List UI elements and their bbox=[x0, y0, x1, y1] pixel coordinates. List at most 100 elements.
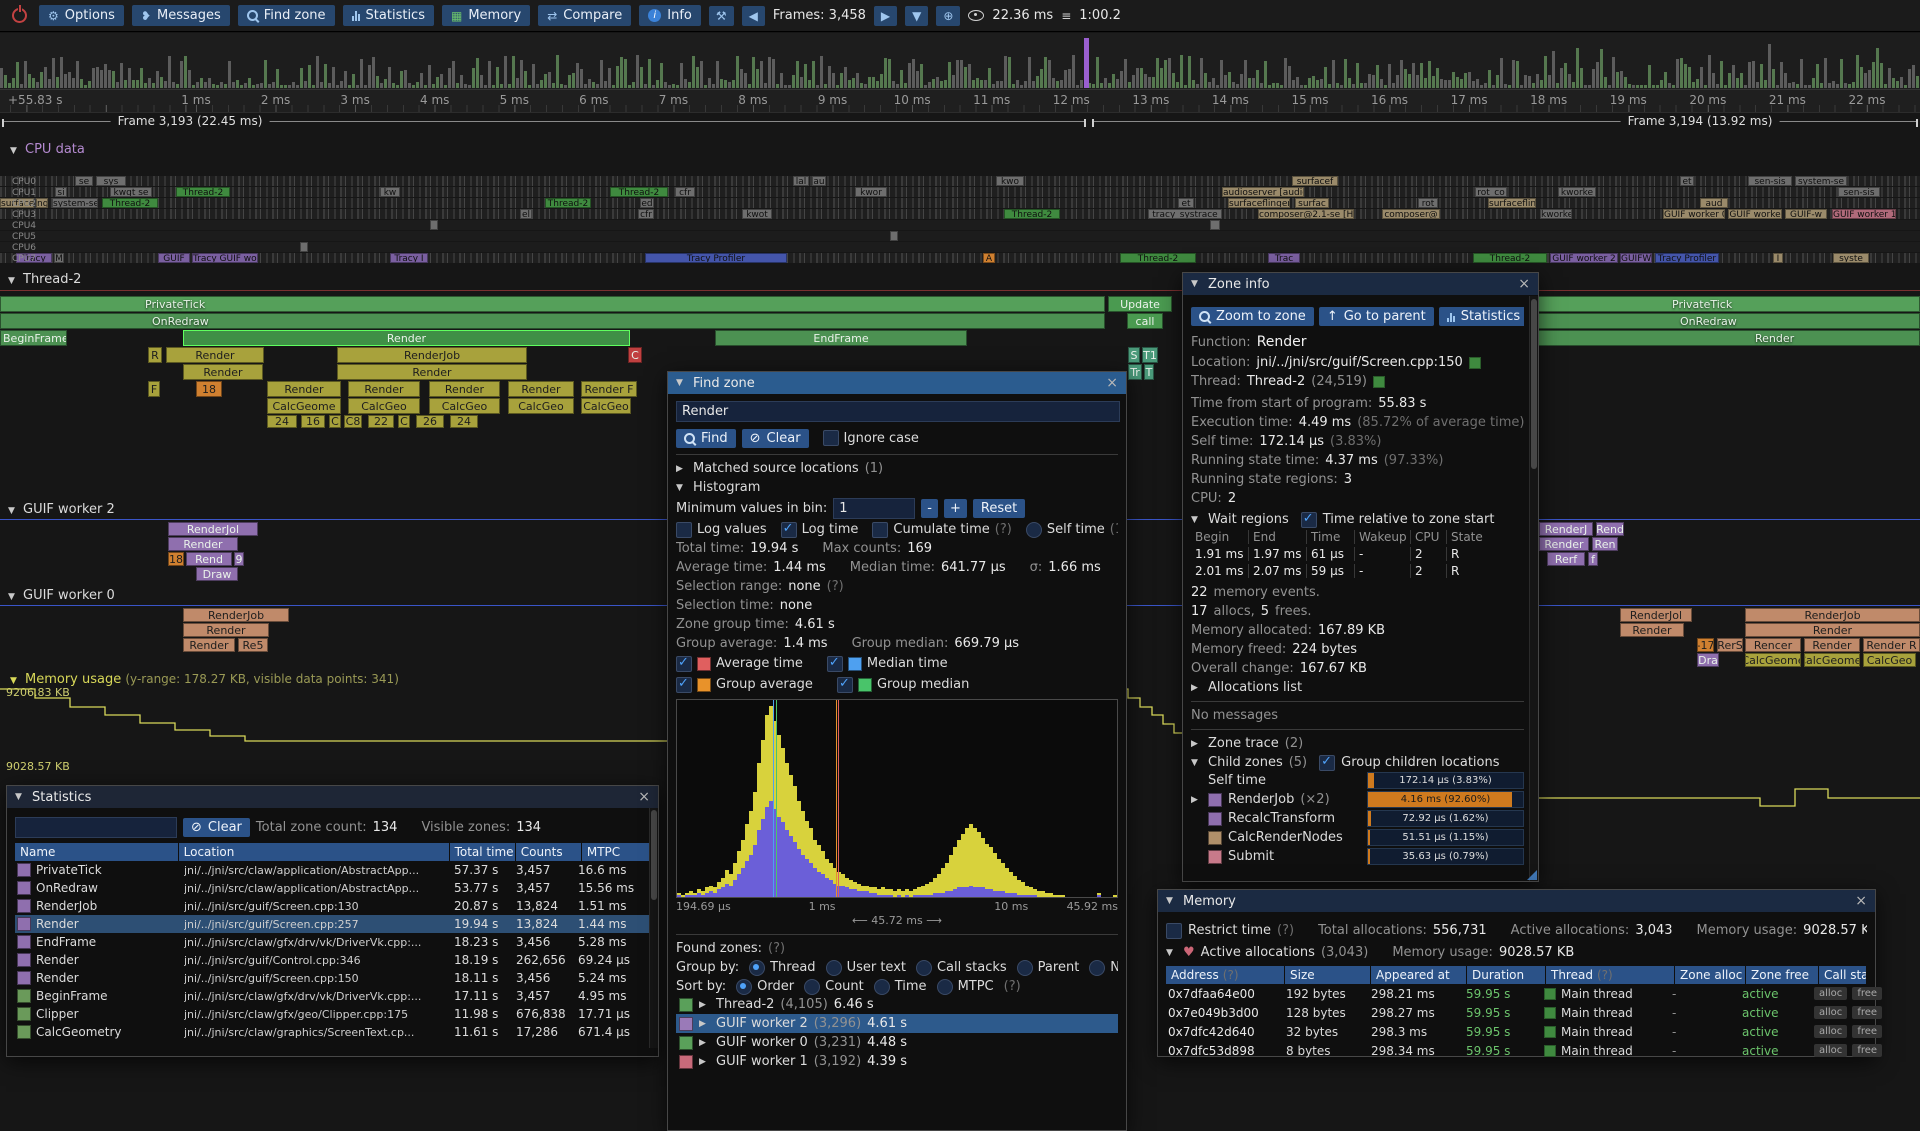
matched-locations-toggle[interactable]: ▶Matched source locations(1) bbox=[676, 460, 1118, 477]
find-button[interactable]: Find bbox=[676, 429, 736, 448]
sort-order-radio[interactable] bbox=[736, 979, 752, 995]
legend-group-average[interactable]: Group average bbox=[676, 677, 813, 693]
timeline-zone[interactable]: Ren bbox=[1592, 537, 1618, 551]
statistics-row[interactable]: CalcGeometryjni/../jni/src/claw/graphics… bbox=[15, 1023, 650, 1041]
found-zone-group-row[interactable]: ▶GUIF worker 1(3,192)4.39 s bbox=[676, 1052, 1118, 1071]
timeline-zone[interactable]: RerS bbox=[1717, 638, 1743, 652]
cpu-zone[interactable]: ed bbox=[640, 198, 654, 208]
zone-trace-toggle[interactable]: ▶Zone trace(2) bbox=[1191, 735, 1524, 752]
active-allocations-toggle[interactable]: ▼ ♥ Active allocations (3,043) Memory us… bbox=[1166, 944, 1867, 961]
free-callstack-button[interactable]: free bbox=[1852, 987, 1882, 1000]
cpu-zone[interactable]: Tracy Profiler bbox=[1655, 253, 1719, 263]
column-header-total-time[interactable]: Total time bbox=[450, 843, 515, 861]
timeline-zone[interactable]: f bbox=[1588, 552, 1598, 566]
cpu-zone[interactable]: surfacef bbox=[1292, 176, 1338, 186]
cpu-row[interactable] bbox=[0, 220, 1920, 230]
statistics-row[interactable]: EndFramejni/../jni/src/claw/gfx/drv/vk/D… bbox=[15, 933, 650, 951]
cpu-zone[interactable]: Tracy I bbox=[390, 253, 428, 263]
close-icon[interactable]: × bbox=[1855, 893, 1867, 909]
cpu-zone[interactable]: surfaceflinger bbox=[1228, 198, 1290, 208]
found-zone-group-row[interactable]: ▶GUIF worker 0(3,231)4.48 s bbox=[676, 1033, 1118, 1052]
legend-average[interactable]: Average time bbox=[676, 656, 803, 672]
cpu-zone[interactable]: Thread-2 bbox=[176, 187, 230, 197]
min-bin-input[interactable] bbox=[833, 498, 915, 519]
cpu-zone[interactable]: A bbox=[983, 253, 995, 263]
free-callstack-button[interactable]: free bbox=[1852, 1025, 1882, 1038]
timeline-zone[interactable]: RenderJol bbox=[168, 522, 258, 536]
allocation-row[interactable]: 0x7dfaa64e00192 bytes298.21 ms59.95 sMai… bbox=[1166, 984, 1867, 1003]
cpu-zone[interactable]: audioserver [audio bbox=[1222, 187, 1304, 197]
memory-titlebar[interactable]: ▼ Memory × bbox=[1158, 890, 1875, 912]
column-header-name[interactable]: Name bbox=[15, 843, 178, 861]
collapse-icon[interactable]: ▼ bbox=[15, 792, 26, 802]
cpu-zone[interactable]: si bbox=[55, 187, 67, 197]
scrollbar[interactable] bbox=[1529, 296, 1538, 881]
statistics-row[interactable]: Renderjni/../jni/src/guif/Control.cpp:34… bbox=[15, 951, 650, 969]
go-to-parent-button[interactable]: ↑Go to parent bbox=[1319, 307, 1434, 326]
group-callstacks-radio[interactable] bbox=[916, 960, 932, 976]
relative-time-checkbox[interactable] bbox=[1301, 512, 1317, 528]
cpu-zone[interactable]: Thread-2 bbox=[545, 198, 591, 208]
timeline-zone[interactable]: Re5 bbox=[238, 638, 268, 652]
allocation-row[interactable]: 0x7dfc53d8988 bytes298.34 ms59.95 sMain … bbox=[1166, 1041, 1867, 1060]
close-icon[interactable]: × bbox=[1518, 276, 1530, 292]
timeline-zone[interactable]: 9 bbox=[234, 552, 244, 566]
cpu-zone[interactable]: kwo bbox=[996, 176, 1024, 186]
log-values-checkbox[interactable] bbox=[676, 522, 692, 538]
scrollbar[interactable] bbox=[649, 808, 658, 1048]
free-callstack-button[interactable]: free bbox=[1852, 1006, 1882, 1019]
expand-icon[interactable]: ▶ bbox=[1191, 795, 1202, 805]
timeline-zone[interactable]: C bbox=[329, 415, 341, 428]
statistics-row[interactable]: BeginFramejni/../jni/src/claw/gfx/drv/vk… bbox=[15, 987, 650, 1005]
timeline-zone[interactable]: Render bbox=[348, 381, 420, 397]
timeline-zone[interactable]: Render R bbox=[1863, 638, 1920, 652]
group-children-checkbox[interactable] bbox=[1319, 755, 1335, 771]
filter-zones-input[interactable] bbox=[15, 817, 177, 838]
cpu-zone[interactable]: syste bbox=[1833, 253, 1869, 263]
cpu-zone[interactable]: Thread-2 bbox=[1120, 253, 1196, 263]
timeline-zone[interactable]: C bbox=[398, 415, 410, 428]
cpu-zone[interactable]: lal bbox=[793, 176, 809, 186]
timeline-zone[interactable]: T1 bbox=[1142, 347, 1158, 363]
timeline-zone[interactable]: Rend bbox=[186, 552, 232, 566]
timeline-zone[interactable]: EndFrame bbox=[715, 330, 967, 346]
child-zone-row[interactable]: Submit35.63 μs (0.79%) bbox=[1191, 847, 1524, 866]
cpu-zone[interactable]: el bbox=[520, 209, 532, 219]
cpu-row[interactable] bbox=[0, 242, 1920, 252]
reset-button[interactable]: Reset bbox=[973, 499, 1025, 518]
cpu-zone[interactable]: tracy_systrace bbox=[1148, 209, 1222, 219]
child-zone-row[interactable]: RecalcTransform72.92 μs (1.62%) bbox=[1191, 809, 1524, 828]
options-button[interactable]: ⚙Options bbox=[39, 5, 124, 26]
collapse-icon[interactable]: ▼ bbox=[676, 378, 687, 388]
tools-button[interactable]: ⚒ bbox=[709, 6, 734, 26]
timeline-zone[interactable]: RenderJob bbox=[183, 608, 289, 622]
cpu-zone[interactable]: surfac bbox=[1295, 198, 1329, 208]
cpu-zone[interactable]: composer@2.1-se [HW bbox=[1258, 209, 1354, 219]
timeline-zone[interactable]: Render bbox=[1539, 537, 1589, 551]
timeline-zone[interactable]: CalcGeo bbox=[429, 398, 500, 414]
statistics-row[interactable]: OnRedrawjni/../jni/src/claw/application/… bbox=[15, 879, 650, 897]
child-zones-toggle[interactable]: ▼Child zones(5)Group children locations bbox=[1191, 754, 1524, 771]
allocation-row[interactable]: 0x7e049b3d00128 bytes298.27 ms59.95 sMai… bbox=[1166, 1003, 1867, 1022]
timeline-zone[interactable]: Render bbox=[183, 623, 269, 637]
alloc-callstack-button[interactable]: alloc bbox=[1814, 1006, 1847, 1019]
cpu-zone[interactable]: kwor bbox=[855, 187, 887, 197]
zone-info-titlebar[interactable]: ▼ Zone info × bbox=[1183, 273, 1538, 295]
group-usertext-radio[interactable] bbox=[826, 960, 842, 976]
cpu-row[interactable] bbox=[0, 198, 1920, 208]
cpu-row[interactable] bbox=[0, 209, 1920, 219]
timeline-zone[interactable]: Tr bbox=[1128, 364, 1142, 380]
timeline-zone[interactable]: Render bbox=[183, 364, 263, 380]
group-parent-radio[interactable] bbox=[1017, 960, 1033, 976]
close-icon[interactable]: × bbox=[1106, 375, 1118, 391]
guif-worker0-section-header[interactable]: ▼GUIF worker 0 bbox=[8, 588, 115, 603]
allocations-list-toggle[interactable]: ▶Allocations list bbox=[1191, 679, 1524, 696]
resize-grip[interactable] bbox=[1527, 870, 1537, 880]
legend-median[interactable]: Median time bbox=[827, 656, 948, 672]
cpu-zone[interactable]: Tracy GUIF work bbox=[192, 253, 258, 263]
column-header-duration[interactable]: Duration bbox=[1467, 966, 1545, 984]
free-callstack-button[interactable]: free bbox=[1852, 1044, 1882, 1057]
timeline-zone[interactable]: 22 bbox=[368, 415, 394, 428]
timeline-zone[interactable]: 18 bbox=[196, 381, 222, 397]
compare-button[interactable]: ⇄Compare bbox=[538, 5, 631, 26]
